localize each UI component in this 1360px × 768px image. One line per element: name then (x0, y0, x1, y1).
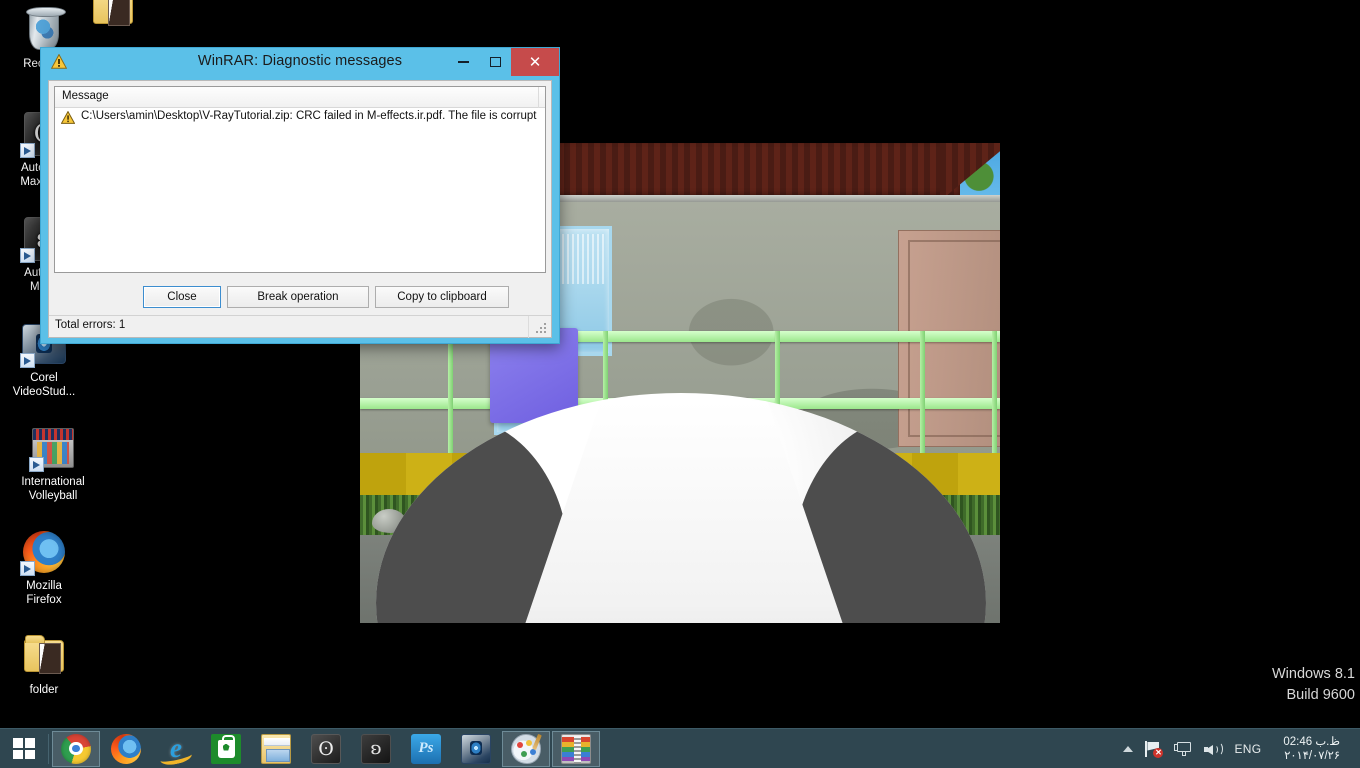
railing-mid-right (776, 398, 1000, 409)
store-icon (211, 733, 241, 764)
file-explorer-icon (261, 733, 291, 764)
language-label: ENG (1234, 741, 1262, 756)
taskbar-item-photoshop[interactable]: Ps (402, 731, 450, 767)
ie-icon: e (161, 733, 191, 764)
network-icon (1174, 741, 1192, 757)
folder-open-icon (89, 0, 137, 32)
desktop-icon-label-2: Firefox (26, 593, 62, 606)
desktop-icon-international-volleyball[interactable]: International Volleyball (1, 424, 105, 503)
language-indicator[interactable]: ENG (1228, 729, 1267, 768)
taskbar-separator (48, 733, 49, 764)
shortcut-arrow-icon (20, 248, 35, 263)
taskbar-item-store[interactable] (202, 731, 250, 767)
dialog-body: Message C:\Users\amin\Desktop\V-RayTutor… (48, 80, 552, 338)
show-hidden-icons-button[interactable] (1117, 729, 1139, 768)
minimize-button[interactable] (447, 48, 479, 76)
firefox-icon (111, 733, 141, 764)
message-text: C:\Users\amin\Desktop\V-RayTutorial.zip:… (81, 110, 537, 122)
taskbar-item-paint[interactable] (502, 730, 550, 767)
column-divider[interactable] (538, 87, 539, 108)
taskbar-item-explorer[interactable] (252, 731, 300, 767)
warning-triangle-icon (60, 110, 76, 124)
copy-to-clipboard-button[interactable]: Copy to clipboard (375, 286, 509, 308)
break-operation-button[interactable]: Break operation (227, 286, 369, 308)
volleyball-game-icon (29, 424, 77, 472)
railing-post-5 (992, 331, 997, 471)
dialog-statusbar: Total errors: 1 (49, 315, 551, 338)
start-button[interactable] (0, 729, 48, 768)
railing-top-right (776, 331, 1000, 342)
clock-time: 02:46 ظ.ب (1283, 735, 1340, 748)
windows-activation-watermark: Windows 8.1 Build 9600 (1272, 664, 1355, 706)
shortcut-arrow-icon (20, 353, 35, 368)
window-controls: ✕ (447, 48, 559, 76)
maya-icon: ʚ (361, 733, 391, 764)
shortcut-arrow-icon (20, 143, 35, 158)
maximize-icon (489, 57, 501, 67)
desktop-icon-label-2: VideoStud... (12, 385, 76, 398)
message-list-header[interactable]: Message (55, 87, 545, 108)
total-errors-text: Total errors: 1 (55, 319, 126, 331)
watermark-line-2: Build 9600 (1286, 687, 1355, 703)
maximize-button[interactable] (479, 48, 511, 76)
volume-icon (1204, 741, 1224, 757)
taskbar-item-chrome[interactable] (52, 730, 100, 767)
column-header-message[interactable]: Message (62, 90, 109, 102)
chrome-icon (61, 733, 91, 764)
error-badge: ✕ (1153, 747, 1164, 758)
shortcut-arrow-icon (29, 457, 44, 472)
clock-date: ۲۰۱۴/۰۷/۲۶ (1284, 749, 1340, 762)
watermark-line-1: Windows 8.1 (1271, 666, 1355, 682)
soccer-ball (376, 393, 986, 623)
windows-logo-icon (13, 738, 35, 759)
clock-button[interactable]: 02:46 ظ.ب ۲۰۱۴/۰۷/۲۶ (1267, 729, 1354, 768)
desktop-icon-mozilla-firefox[interactable]: Mozilla Firefox (1, 528, 87, 607)
dialog-button-row: Close Break operation Copy to clipboard (49, 281, 551, 315)
system-tray: ✕ ENG 02:46 ظ.ب ۲۰۱۴/۰۷/۲۶ (1117, 729, 1360, 768)
minimize-icon (457, 61, 469, 63)
taskbar-item-3ds-max[interactable]: ʘ (302, 731, 350, 767)
desktop-icon-label: Mozilla (26, 580, 62, 592)
taskbar[interactable]: e ʘ ʚ Ps ✕ ENG 02:46 ظ.ب ۲۰۱۴/۰۷/۲۶ (0, 728, 1360, 768)
network-button[interactable] (1168, 729, 1198, 768)
corel-videostudio-icon (461, 733, 491, 764)
desktop-icon-label: Corel (30, 372, 58, 384)
3ds-max-icon: ʘ (311, 733, 341, 764)
desktop-icon-label: International (21, 476, 85, 488)
photoshop-icon: Ps (411, 733, 441, 764)
action-center-button[interactable]: ✕ (1139, 729, 1168, 768)
winrar-icon (561, 733, 591, 764)
desktop-icon-label-2: Volleyball (28, 489, 78, 502)
message-list[interactable]: Message C:\Users\amin\Desktop\V-RayTutor… (54, 86, 546, 273)
taskbar-item-winrar[interactable] (552, 730, 600, 767)
taskbar-item-maya[interactable]: ʚ (352, 731, 400, 767)
resize-grip[interactable] (536, 323, 548, 335)
taskbar-item-ie[interactable]: e (152, 731, 200, 767)
dialog-titlebar[interactable]: WinRAR: Diagnostic messages ✕ (41, 48, 559, 76)
paint-icon (511, 733, 541, 764)
volume-button[interactable] (1198, 729, 1228, 768)
close-button[interactable]: Close (143, 286, 221, 308)
chevron-up-icon (1123, 745, 1134, 752)
screen: Recyc... ʘ Autode... Max 20... ʚ Autod..… (0, 0, 1360, 768)
table-row[interactable]: C:\Users\amin\Desktop\V-RayTutorial.zip:… (55, 108, 545, 128)
desktop-icon-folder[interactable]: folder (1, 632, 87, 698)
statusbar-separator (528, 316, 529, 338)
taskbar-item-corel[interactable] (452, 731, 500, 767)
shortcut-arrow-icon (20, 561, 35, 576)
action-center-flag-icon: ✕ (1145, 740, 1164, 758)
winrar-diagnostic-messages-dialog[interactable]: WinRAR: Diagnostic messages ✕ Message C:… (40, 47, 560, 344)
close-window-button[interactable]: ✕ (511, 48, 559, 76)
folder-icon (20, 632, 68, 680)
taskbar-item-firefox[interactable] (102, 731, 150, 767)
firefox-icon (20, 528, 68, 576)
desktop-icon-label: folder (29, 684, 59, 696)
